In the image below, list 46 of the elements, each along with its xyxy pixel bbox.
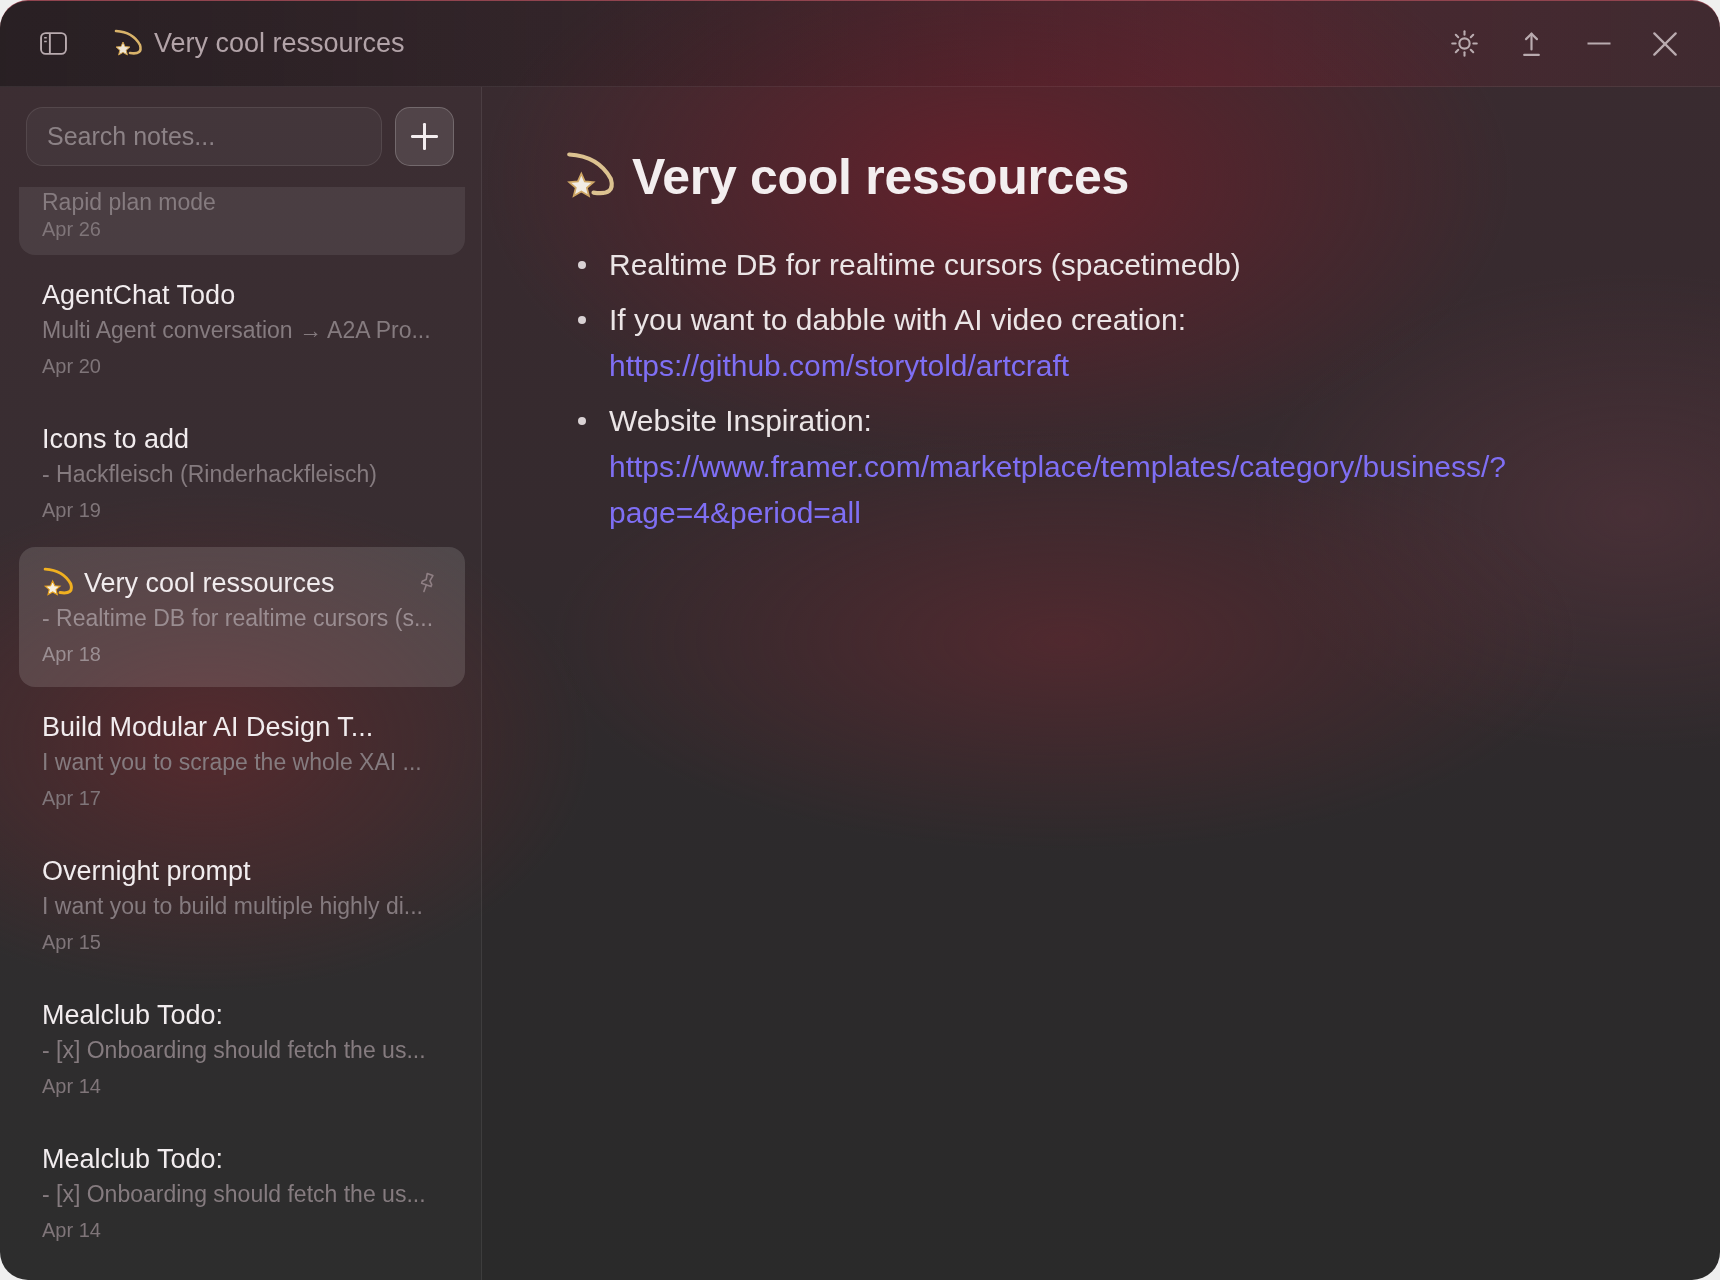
note-date: Apr 18 (42, 642, 102, 667)
minimize-icon[interactable] (1586, 42, 1612, 45)
bullet-icon (578, 261, 586, 269)
bullet-text: Website Inspiration: (609, 403, 873, 439)
bullet-icon (578, 316, 586, 324)
window-title: Very cool ressources (154, 28, 405, 59)
note-item[interactable]: Mealclub Todo: - [x] Onboarding should fetch the us... Apr 14 (19, 979, 465, 1119)
upload-icon[interactable] (1523, 30, 1540, 57)
close-icon[interactable] (1653, 31, 1677, 56)
note-title: Mealclub Todo: (42, 999, 225, 1031)
link[interactable]: https://www.framer.com/marketplace/templates/category/business/?page=4&period=all (609, 444, 1569, 536)
note-title: AgentChat Todo (42, 279, 237, 311)
note-item[interactable]: Icons to add - Hackfleisch (Rinderhackfleisch) Apr 19 (19, 403, 465, 543)
note-item[interactable]: Mealclub Todo: - [x] Onboarding should fetch the us... Apr 14 (19, 1123, 465, 1263)
note-preview: - [x] Onboarding should fetch the us... (42, 1036, 427, 1065)
note-item[interactable]: Build Modular AI Design T... I want you to scrape the whole XAI ... Apr 17 (19, 691, 465, 831)
note-preview: - Realtime DB for realtime cursors (s... (42, 604, 435, 633)
note-preview: I want you to build multiple highly di... (42, 892, 424, 921)
sidebar-toggle-icon[interactable] (40, 32, 67, 55)
bullet-text: If you want to dabble with AI video creation: (609, 302, 1187, 338)
note-date: Apr 14 (42, 1074, 102, 1099)
note-date: Apr 26 (42, 217, 102, 241)
sun-icon[interactable] (1451, 30, 1478, 57)
note-preview: - [x] Onboarding should fetch the us... (42, 1180, 427, 1209)
note-date: Apr 14 (42, 1218, 102, 1243)
bullet-icon (578, 417, 586, 425)
note-preview: Rapid plan mode (42, 188, 217, 217)
note-preview: Multi Agent conversation → A2A Pro... (42, 316, 432, 345)
note-title: Overnight prompt (42, 855, 252, 887)
note-title: Build Modular AI Design T... (42, 711, 375, 743)
note-preview: - Hackfleisch (Rinderhackfleisch) (42, 460, 378, 489)
note-date: Apr 15 (42, 930, 102, 955)
note-date: Apr 17 (42, 786, 102, 811)
plus-icon (411, 123, 438, 150)
note-date: Apr 19 (42, 498, 102, 523)
note-item[interactable]: Overnight prompt I want you to build multiple highly di... Apr 15 (19, 835, 465, 975)
new-note-button[interactable] (395, 107, 454, 166)
bullet-text: Realtime DB for realtime cursors (spacetimedb) (609, 247, 1241, 283)
note-item[interactable]: AgentChat Todo Multi Agent conversation → A2A Pro... Apr 20 (19, 259, 465, 399)
note-date: Apr 20 (42, 354, 102, 379)
note-title: Very cool ressources (84, 567, 336, 599)
note-title: Icons to add (42, 423, 191, 455)
note-item[interactable]: Very cool ressources - Realtime DB for realtime cursors (s... Apr 18 (19, 547, 465, 687)
note-title: Mealclub Todo: (42, 1143, 225, 1175)
note-preview: I want you to scrape the whole XAI ... (42, 748, 423, 777)
document-title: Very cool ressources (632, 148, 1130, 206)
